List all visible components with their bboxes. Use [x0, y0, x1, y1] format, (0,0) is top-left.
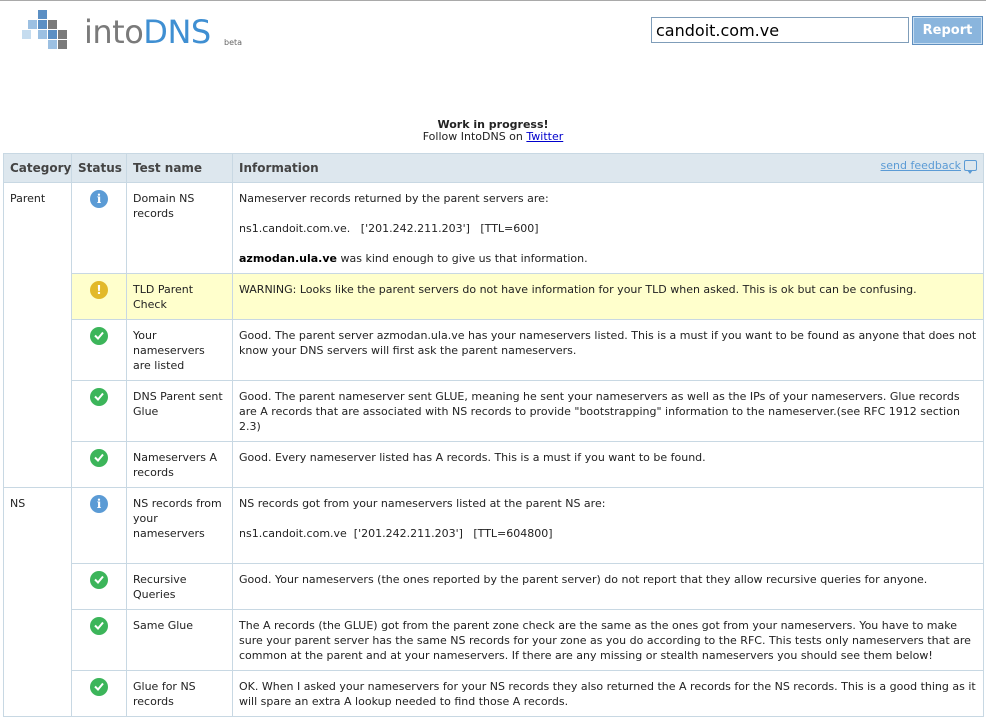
check-icon — [90, 388, 108, 406]
info-record: ns1.candoit.com.ve. ['201.242.211.203'] … — [239, 222, 539, 235]
logo-dns: DNS — [143, 13, 211, 51]
logo-square — [58, 40, 67, 49]
info-text: Nameserver records returned by the paren… — [239, 192, 549, 205]
info-cell: Good. The parent server azmodan.ula.ve h… — [232, 319, 984, 381]
info-text: NS records got from your nameservers lis… — [239, 497, 606, 510]
warning-icon: ! — [90, 281, 108, 299]
source-text: was kind enough to give us that informat… — [337, 252, 588, 265]
test-name: Recursive Queries — [126, 563, 233, 610]
category-cell: Parent — [3, 182, 72, 488]
info-cell: NS records got from your nameservers lis… — [232, 487, 984, 564]
test-name: Glue for NS records — [126, 670, 233, 717]
info-cell: OK. When I asked your nameservers for yo… — [232, 670, 984, 717]
col-header-status: Status — [71, 153, 127, 183]
notice-follow-text: Follow IntoDNS on — [422, 130, 523, 143]
info-cell: Good. Your nameservers (the ones reporte… — [232, 563, 984, 610]
info-icon: i — [90, 495, 108, 513]
test-name: Nameservers A records — [126, 441, 233, 488]
check-icon — [90, 571, 108, 589]
logo-square — [38, 10, 47, 19]
domain-input[interactable] — [651, 17, 909, 43]
notice: Work in progress! Follow IntoDNS on Twit… — [0, 119, 986, 143]
feedback-icon[interactable] — [964, 160, 977, 174]
table-row: Parent i Domain NS records Nameserver re… — [3, 182, 984, 488]
logo-square — [38, 30, 47, 39]
table-header-row: Category Status Test name Information se… — [3, 153, 984, 183]
logo-square — [48, 40, 57, 49]
category-cell: NS — [3, 487, 72, 717]
table-row: Your nameservers are listed Good. The pa… — [4, 319, 984, 381]
check-icon — [90, 617, 108, 635]
info-cell: WARNING: Looks like the parent servers d… — [232, 273, 984, 320]
col-header-information-label: Information — [239, 161, 319, 175]
logo-square — [22, 30, 31, 39]
twitter-link[interactable]: Twitter — [526, 130, 563, 143]
logo-beta: beta — [224, 38, 243, 47]
table-row: DNS Parent sent Glue Good. The parent na… — [4, 380, 984, 442]
info-source: azmodan.ula.ve was kind enough to give u… — [239, 251, 977, 266]
status-cell — [71, 441, 127, 488]
table-row: Nameservers A records Good. Every namese… — [4, 441, 984, 488]
col-header-test-name: Test name — [126, 153, 233, 183]
test-name: Your nameservers are listed — [126, 319, 233, 381]
logo-text: intoDNS — [84, 14, 211, 50]
status-cell: ! — [71, 273, 127, 320]
table-row: Glue for NS records OK. When I asked you… — [4, 670, 984, 717]
logo-square — [48, 20, 57, 29]
status-cell: i — [71, 182, 127, 274]
send-feedback-link[interactable]: send feedback — [881, 159, 961, 172]
info-cell: Good. The parent nameserver sent GLUE, m… — [232, 380, 984, 442]
logo-square — [38, 20, 47, 29]
info-cell: Nameserver records returned by the paren… — [232, 182, 984, 274]
check-icon — [90, 449, 108, 467]
table-row: Same Glue The A records (the GLUE) got f… — [4, 609, 984, 671]
logo-square — [28, 20, 37, 29]
status-cell — [71, 609, 127, 671]
status-cell — [71, 563, 127, 610]
test-name: TLD Parent Check — [126, 273, 233, 320]
info-cell: The A records (the GLUE) got from the pa… — [232, 609, 984, 671]
table-row: Recursive Queries Good. Your nameservers… — [4, 563, 984, 610]
logo-square — [48, 30, 57, 39]
test-name: Same Glue — [126, 609, 233, 671]
check-icon — [90, 678, 108, 696]
status-cell: i — [71, 487, 127, 564]
col-header-information: Information send feedback — [232, 153, 984, 183]
test-name: DNS Parent sent Glue — [126, 380, 233, 442]
logo-square — [58, 30, 67, 39]
col-header-category: Category — [3, 153, 72, 183]
logo-into: into — [84, 13, 144, 51]
table-row: ! TLD Parent Check WARNING: Looks like t… — [4, 273, 984, 320]
info-record: ns1.candoit.com.ve ['201.242.211.203'] [… — [239, 527, 553, 540]
report-button[interactable]: Report — [912, 16, 983, 45]
top-border — [0, 0, 986, 1]
test-name: Domain NS records — [126, 182, 233, 274]
status-cell — [71, 670, 127, 717]
status-cell — [71, 319, 127, 381]
intodns-logo[interactable]: intoDNS beta — [22, 10, 262, 54]
info-cell: Good. Every nameserver listed has A reco… — [232, 441, 984, 488]
check-icon — [90, 327, 108, 345]
test-name: NS records from your nameservers — [126, 487, 233, 564]
status-cell — [71, 380, 127, 442]
table-row: NS i NS records from your nameservers NS… — [3, 487, 984, 717]
source-server: azmodan.ula.ve — [239, 252, 337, 265]
report-table: Category Status Test name Information se… — [3, 153, 984, 717]
info-icon: i — [90, 190, 108, 208]
